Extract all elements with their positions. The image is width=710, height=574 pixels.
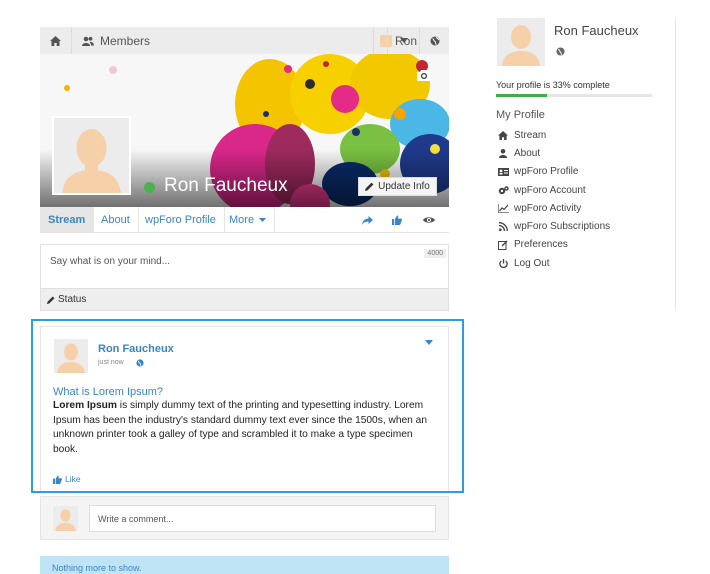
feed-end-notice: Nothing more to show. [40,556,449,574]
status-type-label: Status [58,294,87,305]
caret-down-icon [399,38,408,43]
post-timestamp[interactable]: just now [98,359,124,366]
sidebar-item-preferences[interactable]: Preferences [497,236,610,254]
sidebar-user-name[interactable]: Ron Faucheux [554,23,639,38]
sidebar-item-label: Stream [514,129,547,141]
sidebar-item-wpforo-profile[interactable]: wpForo Profile [497,163,610,181]
chart-icon [497,203,509,213]
tab-wpforo-profile[interactable]: wpForo Profile [137,207,225,233]
profile-completeness-bar [496,94,652,97]
top-navigation: Members Ron [40,27,449,54]
caret-down-icon [259,218,267,222]
sidebar-item-label: wpForo Activity [514,202,582,214]
cogs-icon [498,185,509,194]
users-icon [82,36,94,46]
home-button[interactable] [40,27,72,54]
tab-about-label: About [101,214,130,226]
post-author-avatar[interactable] [54,339,88,373]
user-dropdown-toggle[interactable] [387,27,419,54]
post-options-caret-icon[interactable] [425,340,433,345]
thumbs-up-icon [53,474,62,484]
home-icon [50,35,61,46]
eye-icon [423,217,435,223]
pencil-icon [47,296,55,304]
tab-more-label: More [229,214,255,226]
avatar-placeholder-icon [54,339,88,373]
sidebar-item-log-out[interactable]: Log Out [497,254,610,272]
user-icon [499,148,507,158]
id-card-icon [497,167,509,176]
tab-more[interactable]: More [221,207,276,233]
sidebar-item-label: Preferences [514,239,568,251]
post-body: Lorem Ipsum is simply dummy text of the … [53,399,433,457]
members-label: Members [100,33,151,48]
globe-icon [136,359,144,367]
sidebar-item-label: wpForo Subscriptions [514,221,611,233]
share-icon [361,215,373,225]
tab-stream[interactable]: Stream [40,207,95,233]
online-status-indicator [144,182,155,193]
share-button[interactable] [352,207,382,233]
globe-icon [430,36,439,45]
sidebar-heading: My Profile [496,109,545,121]
profile-completeness-text: Your profile is 33% complete [496,80,610,90]
update-info-button[interactable]: Update Info [358,177,437,196]
profile-avatar[interactable] [52,116,131,195]
profile-completeness-fill [496,94,548,97]
pencil-icon [365,182,374,191]
avatar-placeholder-icon [497,18,545,66]
post-title: What is Lorem Ipsum? [53,386,164,398]
sidebar-item-label: wpForo Account [514,184,586,196]
sidebar-item-label: wpForo Profile [514,166,579,178]
avatar-placeholder-icon [54,118,129,193]
edit-icon [498,240,508,250]
sidebar-avatar[interactable] [497,18,545,66]
camera-icon[interactable] [417,69,431,81]
sidebar-item-label: Log Out [514,257,550,269]
post-author-name[interactable]: Ron Faucheux [98,343,174,355]
commenter-avatar [53,506,78,531]
sidebar-item-label: About [514,147,541,159]
status-type-bar[interactable]: Status [40,288,449,311]
sidebar-menu: Stream About wpForo Profile wpForo Accou… [497,126,610,272]
cover-user-name: Ron Faucheux [164,175,288,196]
char-counter: 4000 [424,249,446,258]
status-placeholder[interactable]: Say what is on your mind... [50,256,170,267]
sidebar-item-about[interactable]: About [497,144,610,162]
update-info-label: Update Info [378,181,430,192]
power-icon [498,258,508,268]
globe-icon [556,47,565,56]
globe-button[interactable] [419,27,449,54]
tab-wpforo-profile-label: wpForo Profile [145,214,216,226]
tab-about[interactable]: About [93,207,139,233]
like-label: Like [65,474,81,484]
tab-stream-label: Stream [48,214,86,226]
sidebar-item-wpforo-activity[interactable]: wpForo Activity [497,199,610,217]
sidebar-item-wpforo-account[interactable]: wpForo Account [497,181,610,199]
thumbs-up-icon [392,215,402,225]
post-body-bold: Lorem Ipsum [53,400,117,411]
like-button[interactable]: Like [53,474,81,484]
like-page-button[interactable] [382,207,412,233]
profile-tabs: Stream About wpForo Profile More [40,207,449,233]
sidebar-divider [675,18,676,310]
sidebar-item-wpforo-subscriptions[interactable]: wpForo Subscriptions [497,217,610,235]
avatar-placeholder-icon [53,506,78,531]
home-icon [498,130,508,140]
members-link[interactable]: Members [72,27,160,54]
sidebar-item-stream[interactable]: Stream [497,126,610,144]
comment-input[interactable] [89,505,436,532]
rss-icon [498,222,508,232]
view-button[interactable] [414,207,444,233]
